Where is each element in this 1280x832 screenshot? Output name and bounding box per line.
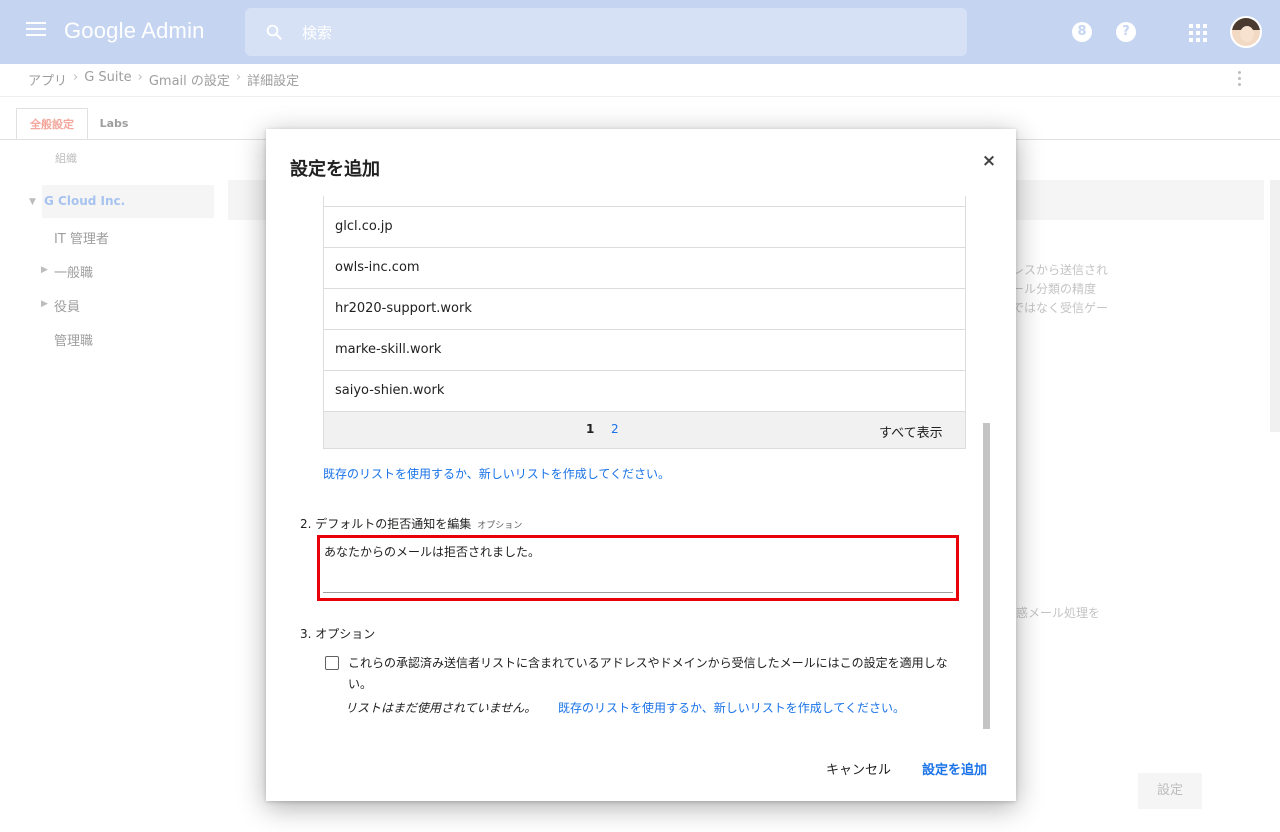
dialog-scrollbar[interactable]: [983, 423, 990, 729]
list-not-used-text: リストはまだ使用されていません。: [345, 701, 537, 715]
section-2-label: 2. デフォルトの拒否通知を編集 オプション: [300, 517, 523, 531]
more-options-icon[interactable]: [1238, 71, 1242, 87]
apps-grid-icon[interactable]: [1189, 24, 1207, 42]
background-description: 惑メール処理を: [1016, 606, 1101, 620]
use-or-create-list-link[interactable]: 既存のリストを使用するか、新しいリストを作成してください。: [323, 465, 670, 482]
breadcrumb-item[interactable]: G Suite: [84, 70, 131, 88]
tree-item-root[interactable]: G Cloud Inc.: [44, 194, 125, 208]
use-or-create-list-link[interactable]: 既存のリストを使用するか、新しいリストを作成してください。: [558, 699, 905, 716]
table-pager: 1 2 すべて表示: [324, 411, 965, 448]
tree-item[interactable]: 一般職: [54, 262, 93, 281]
caret-down-icon[interactable]: ▼: [29, 197, 36, 207]
top-app-bar: Google Admin 検索 8 ?: [0, 0, 1280, 64]
search-bar[interactable]: 検索: [245, 8, 967, 56]
search-input[interactable]: 検索: [302, 22, 332, 43]
tab-labs[interactable]: Labs: [90, 108, 138, 140]
breadcrumb-separator: ›: [73, 70, 79, 85]
background-description: レスから送信され ール分類の精度 ではなく受信ゲー: [1012, 263, 1109, 315]
tab-general-settings[interactable]: 全般設定: [16, 108, 88, 140]
avatar[interactable]: [1230, 16, 1262, 48]
tree-item[interactable]: 管理職: [54, 330, 93, 349]
support-icon[interactable]: 8: [1072, 22, 1092, 42]
org-label: 組織: [55, 152, 77, 165]
tree-item[interactable]: 役員: [54, 296, 80, 315]
breadcrumb-item: 詳細設定: [247, 74, 300, 89]
search-icon: [266, 24, 282, 40]
breadcrumb-separator: ›: [235, 70, 242, 85]
divider: [0, 96, 1280, 97]
table-row[interactable]: hr2020-support.work: [324, 288, 965, 329]
page-1-link: 1: [586, 422, 595, 436]
breadcrumb-separator: ›: [137, 70, 143, 85]
caret-right-icon[interactable]: ▶: [41, 299, 48, 309]
breadcrumb-item[interactable]: アプリ: [28, 70, 67, 89]
highlight-annotation-box: あなたからのメールは拒否されました。: [317, 535, 959, 601]
table-row[interactable]: glcl.co.jp: [324, 206, 965, 247]
app-logo[interactable]: Google Admin: [64, 18, 205, 44]
breadcrumb: アプリ › G Suite › Gmail の設定 › 詳細設定: [28, 70, 300, 89]
section-3-label: 3. オプション: [300, 627, 376, 641]
optional-label: オプション: [477, 521, 523, 531]
menu-icon[interactable]: [26, 22, 46, 42]
settings-button[interactable]: 設定: [1138, 773, 1202, 809]
rejection-notice-field[interactable]: あなたからのメールは拒否されました。: [323, 541, 953, 593]
add-setting-button[interactable]: 設定を追加: [922, 759, 987, 778]
table-row[interactable]: owls-inc.com: [324, 247, 965, 288]
help-icon[interactable]: ?: [1116, 22, 1136, 42]
caret-right-icon[interactable]: ▶: [41, 265, 48, 275]
show-all-button[interactable]: すべて表示: [879, 422, 943, 441]
checkbox-label: これらの承認済み送信者リストに含まれているアドレスやドメインから受信したメールに…: [348, 656, 948, 691]
page-scrollbar[interactable]: [1270, 180, 1280, 432]
cancel-button[interactable]: キャンセル: [826, 759, 891, 778]
add-setting-dialog: 設定を追加 × glcl.co.jp owls-inc.com hr2020-s…: [266, 129, 1016, 801]
approved-senders-table: glcl.co.jp owls-inc.com hr2020-support.w…: [323, 196, 966, 449]
table-row[interactable]: marke-skill.work: [324, 329, 965, 370]
dialog-title: 設定を追加: [290, 159, 380, 180]
bypass-approved-senders-checkbox[interactable]: [325, 656, 339, 670]
page-2-link[interactable]: 2: [611, 422, 619, 436]
tree-item[interactable]: IT 管理者: [54, 228, 109, 247]
close-icon[interactable]: ×: [979, 151, 999, 171]
table-row[interactable]: saiyo-shien.work: [324, 370, 965, 411]
breadcrumb-item[interactable]: Gmail の設定: [149, 70, 230, 89]
